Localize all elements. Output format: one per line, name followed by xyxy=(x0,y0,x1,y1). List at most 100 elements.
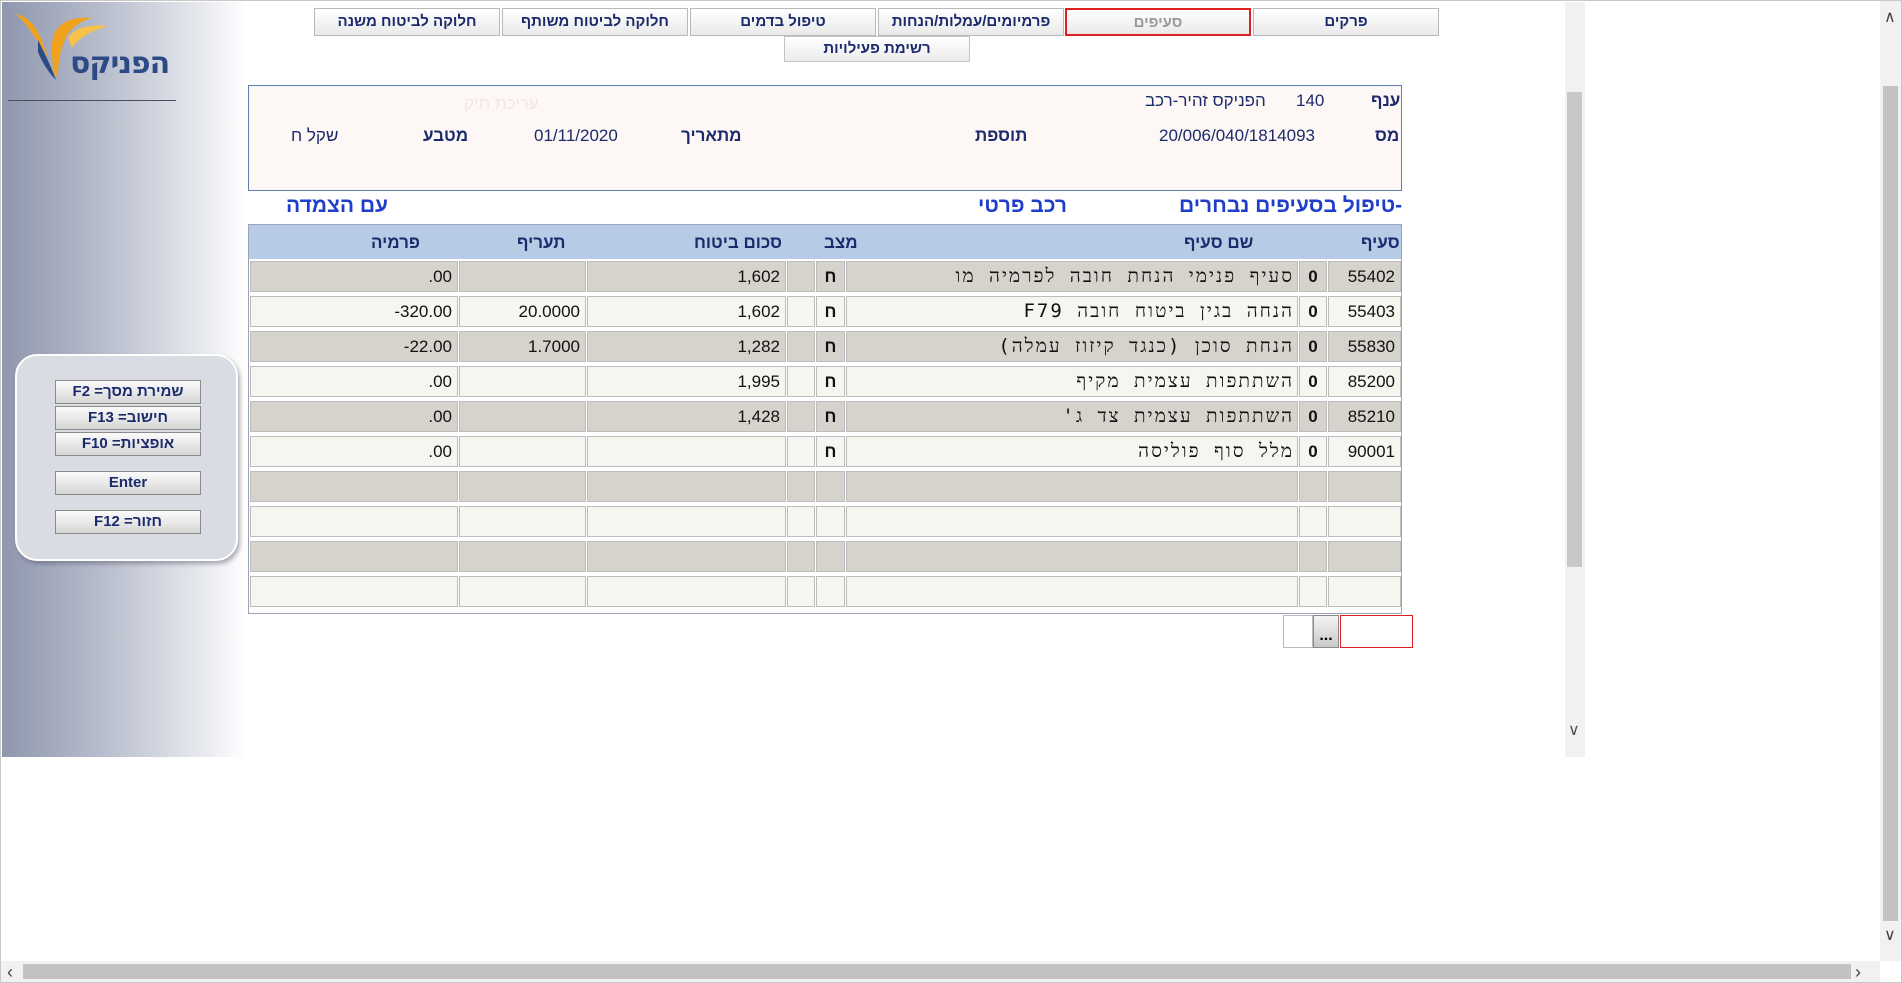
table-row[interactable]: 85210 0 השתתפות עצמית צד ג' ח 1,428 .00 xyxy=(249,399,1401,434)
table-row[interactable]: 55403 0 הנחה בגין ביטוח חובה F79 ח 1,602 20.0… xyxy=(249,294,1401,329)
tab-secondary-insurance[interactable]: חלוקה לביטוח משנה xyxy=(314,8,500,36)
cell-status[interactable]: ח xyxy=(816,261,845,292)
cell-rate[interactable] xyxy=(459,471,586,502)
cell-sum-insured[interactable] xyxy=(587,436,786,467)
cell-rate[interactable] xyxy=(459,436,586,467)
back-button[interactable]: חזור= F12 xyxy=(55,510,201,534)
table-row[interactable] xyxy=(249,539,1401,574)
cell-status[interactable]: ח xyxy=(816,331,845,362)
cell-flag[interactable]: 0 xyxy=(1299,366,1327,397)
cell-extra[interactable] xyxy=(787,296,815,327)
cell-rate[interactable] xyxy=(459,576,586,607)
cell-rate[interactable] xyxy=(459,541,586,572)
cell-rate[interactable] xyxy=(459,261,586,292)
cell-clause-name[interactable] xyxy=(846,506,1298,537)
cell-sum-insured[interactable] xyxy=(587,576,786,607)
cell-status[interactable]: ח xyxy=(816,401,845,432)
cell-sum-insured[interactable]: 1,602 xyxy=(587,296,786,327)
cell-clause[interactable]: 55403 xyxy=(1328,296,1401,327)
cell-status[interactable]: ח xyxy=(816,366,845,397)
table-row[interactable] xyxy=(249,469,1401,504)
cell-clause-name[interactable]: השתתפות עצמית מקיף xyxy=(846,366,1298,397)
cell-flag[interactable]: 0 xyxy=(1299,261,1327,292)
cell-status[interactable]: ח xyxy=(816,436,845,467)
options-button[interactable]: אופציות= F10 xyxy=(55,432,201,456)
small-input[interactable] xyxy=(1283,615,1313,648)
tab-chapters[interactable]: פרקים xyxy=(1253,8,1439,36)
tab-premiums[interactable]: פרמיומים/עמלות/הנחות xyxy=(878,8,1064,36)
cell-clause[interactable]: 55830 xyxy=(1328,331,1401,362)
lookup-button[interactable]: ... xyxy=(1313,615,1339,648)
cell-sum-insured[interactable] xyxy=(587,541,786,572)
chevron-down-icon[interactable]: ∨ xyxy=(1884,925,1896,945)
cell-sum-insured[interactable]: 1,995 xyxy=(587,366,786,397)
cell-clause[interactable] xyxy=(1328,576,1401,607)
cell-sum-insured[interactable] xyxy=(587,506,786,537)
cell-rate[interactable]: 1.7000 xyxy=(459,331,586,362)
table-row[interactable]: 90001 0 מלל סוף פוליסה ח .00 xyxy=(249,434,1401,469)
cell-rate[interactable] xyxy=(459,401,586,432)
cell-extra[interactable] xyxy=(787,506,815,537)
table-row[interactable]: 85200 0 השתתפות עצמית מקיף ח 1,995 .00 xyxy=(249,364,1401,399)
table-row[interactable]: 55402 0 סעיף פנימי הנחת חובה לפרמיה מו ח 1,6… xyxy=(249,259,1401,294)
cell-flag[interactable]: 0 xyxy=(1299,436,1327,467)
cell-extra[interactable] xyxy=(787,401,815,432)
cell-extra[interactable] xyxy=(787,471,815,502)
table-row[interactable] xyxy=(249,504,1401,539)
page-vertical-scrollbar[interactable]: ∧ ∨ xyxy=(1880,1,1901,961)
chevron-right-icon[interactable]: › xyxy=(1855,962,1861,983)
cell-rate[interactable] xyxy=(459,506,586,537)
cell-extra[interactable] xyxy=(787,541,815,572)
cell-clause[interactable]: 90001 xyxy=(1328,436,1401,467)
page-scroll-thumb[interactable] xyxy=(1883,86,1898,921)
cell-premium[interactable] xyxy=(250,471,458,502)
cell-clause[interactable]: 55402 xyxy=(1328,261,1401,292)
cell-clause-name[interactable]: סעיף פנימי הנחת חובה לפרמיה מו xyxy=(846,261,1298,292)
cell-sum-insured[interactable] xyxy=(587,471,786,502)
table-row[interactable] xyxy=(249,574,1401,609)
cell-flag[interactable] xyxy=(1299,541,1327,572)
cell-sum-insured[interactable]: 1,428 xyxy=(587,401,786,432)
cell-clause[interactable] xyxy=(1328,471,1401,502)
cell-clause[interactable] xyxy=(1328,541,1401,572)
cell-clause[interactable]: 85210 xyxy=(1328,401,1401,432)
cell-status[interactable] xyxy=(816,471,845,502)
cell-flag[interactable]: 0 xyxy=(1299,331,1327,362)
cell-clause-name[interactable]: הנחת סוכן (כנגד קיזוז עמלה) xyxy=(846,331,1298,362)
cell-extra[interactable] xyxy=(787,436,815,467)
save-screen-button[interactable]: שמירת מסך= F2 xyxy=(55,380,201,404)
cell-clause-name[interactable]: השתתפות עצמית צד ג' xyxy=(846,401,1298,432)
chevron-left-icon[interactable]: ‹ xyxy=(7,962,13,983)
cell-clause-name[interactable]: הנחה בגין ביטוח חובה F79 xyxy=(846,296,1298,327)
cell-premium[interactable]: .00 xyxy=(250,261,458,292)
tab-clauses[interactable]: סעיפים xyxy=(1065,8,1251,36)
cell-flag[interactable] xyxy=(1299,506,1327,537)
cell-premium[interactable]: .00 xyxy=(250,366,458,397)
chevron-up-icon[interactable]: ∧ xyxy=(1884,7,1896,27)
cell-extra[interactable] xyxy=(787,366,815,397)
cell-extra[interactable] xyxy=(787,576,815,607)
cell-flag[interactable]: 0 xyxy=(1299,401,1327,432)
page-horizontal-scrollbar[interactable]: ‹ › xyxy=(1,961,1880,982)
inner-vertical-scrollbar[interactable]: ∨ xyxy=(1565,2,1585,757)
page-hscroll-thumb[interactable] xyxy=(23,964,1851,979)
tab-activities[interactable]: רשימת פעילויות xyxy=(784,36,970,62)
cell-status[interactable] xyxy=(816,506,845,537)
chevron-down-icon[interactable]: ∨ xyxy=(1568,720,1580,740)
cell-premium[interactable]: .00 xyxy=(250,401,458,432)
cell-sum-insured[interactable]: 1,602 xyxy=(587,261,786,292)
cell-clause-name[interactable] xyxy=(846,471,1298,502)
cell-status[interactable]: ח xyxy=(816,296,845,327)
cell-status[interactable] xyxy=(816,541,845,572)
tab-claims[interactable]: טיפול בדמים xyxy=(690,8,876,36)
cell-premium[interactable] xyxy=(250,576,458,607)
cell-rate[interactable] xyxy=(459,366,586,397)
cell-status[interactable] xyxy=(816,576,845,607)
cell-premium[interactable] xyxy=(250,541,458,572)
cell-clause-name[interactable]: מלל סוף פוליסה xyxy=(846,436,1298,467)
cell-clause[interactable] xyxy=(1328,506,1401,537)
code-input[interactable] xyxy=(1340,615,1413,648)
cell-sum-insured[interactable]: 1,282 xyxy=(587,331,786,362)
cell-premium[interactable]: -320.00 xyxy=(250,296,458,327)
cell-clause-name[interactable] xyxy=(846,576,1298,607)
